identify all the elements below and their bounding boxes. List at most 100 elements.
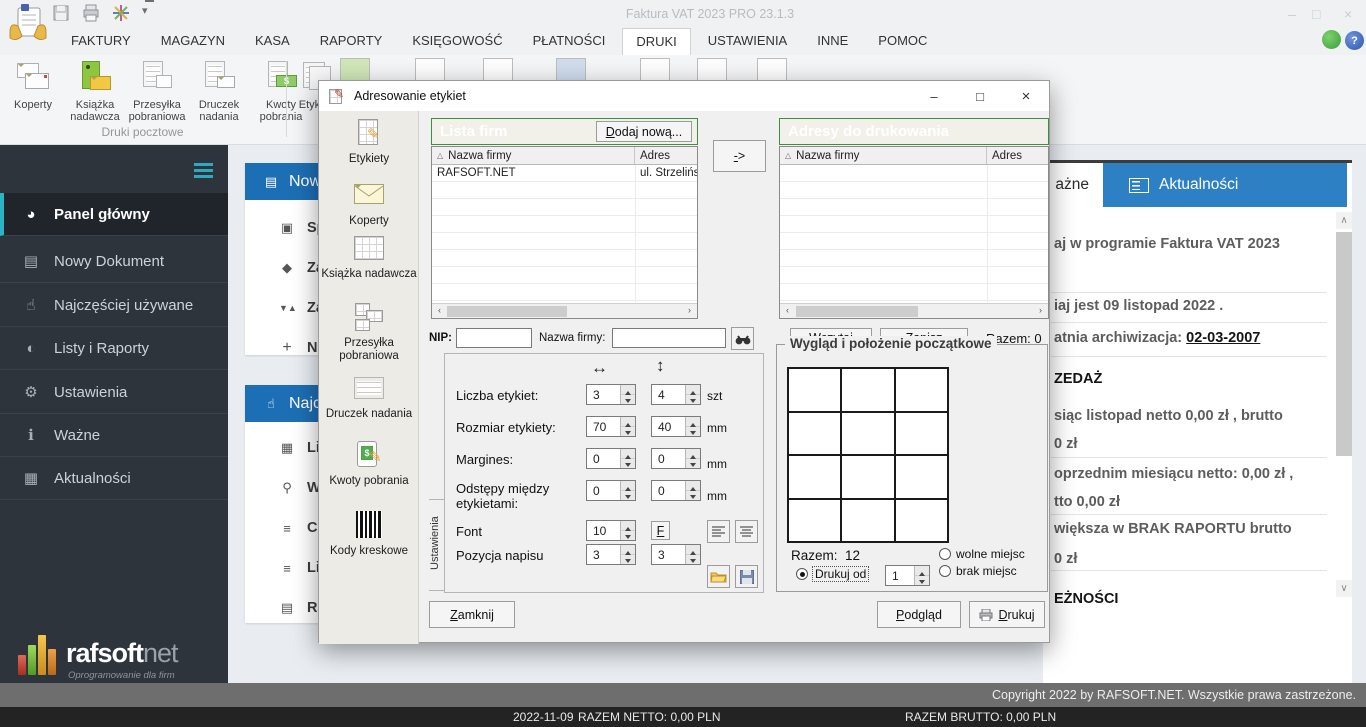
menu-ksiegowosc[interactable]: KSIĘGOWOŚĆ — [399, 28, 515, 55]
nip-input[interactable] — [456, 328, 532, 348]
news-scroll-down[interactable]: ∨ — [1336, 580, 1352, 597]
menu-raporty[interactable]: RAPORTY — [307, 28, 396, 55]
rozmiar-y-spinner[interactable]: 40 — [651, 416, 701, 437]
font-size-spinner[interactable]: 10 — [586, 520, 636, 541]
window-maximize-ghost: □ — [1312, 6, 1321, 22]
news-line: iaj jest 09 listopad 2022 . — [1054, 298, 1224, 314]
adresy-table[interactable]: △ Nazwa firmy Adres ‹ › — [779, 146, 1049, 319]
style-brush-icon[interactable] — [112, 4, 130, 22]
transfer-right-button[interactable]: -> — [713, 140, 766, 172]
drukuj-od-spinner[interactable]: 1 — [885, 565, 930, 586]
column-header-adres[interactable]: Adres — [635, 147, 697, 164]
odstepy-x-spinner[interactable]: 0 — [586, 480, 636, 501]
dialog-close-button[interactable]: × — [1003, 81, 1049, 111]
sidebar-item-najczesciej-uzywane[interactable]: ☝ Najczęściej używane — [0, 284, 228, 327]
sidebar-item-listy-i-raporty[interactable]: ◐ Listy i Raporty — [0, 327, 228, 370]
open-folder-button[interactable] — [707, 565, 730, 588]
dialog-maximize-button[interactable]: □ — [957, 81, 1003, 111]
rail-item-etykiety[interactable]: ✎ Etykiety — [319, 119, 419, 166]
customize-quick-access-icon[interactable]: ▾ — [142, 0, 160, 22]
pie-chart-icon: ◐ — [26, 339, 36, 357]
rail-item-koperty[interactable]: Koperty — [319, 181, 419, 228]
rail-item-kody-kreskowe[interactable]: Kody kreskowe — [319, 511, 419, 558]
rail-item-ksiazka-nadawcza[interactable]: Książka nadawcza — [319, 234, 419, 281]
column-header-nazwa-firmy[interactable]: △ Nazwa firmy — [780, 147, 987, 164]
align-left-icon — [712, 526, 725, 537]
rozmiar-x-spinner[interactable]: 70 — [586, 416, 636, 437]
archive-date-link[interactable]: 02-03-2007 — [1186, 330, 1260, 346]
column-header-adres[interactable]: Adres — [987, 147, 1048, 164]
rail-item-przesylka-pobraniowa[interactable]: Przesyłka pobraniowa — [319, 303, 419, 363]
liczba-etykiet-x-spinner[interactable]: 3 — [586, 384, 636, 405]
scroll-left-icon[interactable]: ‹ — [781, 305, 794, 315]
hamburger-menu-icon[interactable] — [194, 163, 213, 178]
margines-x-spinner[interactable]: 0 — [586, 448, 636, 469]
margines-y-spinner[interactable]: 0 — [651, 448, 701, 469]
copyright-bar: Copyright 2022 by RAFSOFT.NET. Wszystkie… — [0, 683, 1366, 707]
save-file-button[interactable] — [735, 565, 758, 588]
form-icon — [352, 374, 386, 404]
rail-item-kwoty-pobrania[interactable]: $ ✎ Kwoty pobrania — [319, 441, 419, 488]
menu-ustawienia[interactable]: USTAWIENIA — [695, 28, 800, 55]
ribbon-przesylka-pobraniowa[interactable]: Przesyłka pobraniowa — [126, 59, 188, 123]
menu-magazyn[interactable]: MAGAZYN — [148, 28, 238, 55]
column-header-nazwa-firmy[interactable]: △ Nazwa firmy — [432, 147, 635, 164]
sidebar-item-aktualnosci[interactable]: ▦ Aktualności — [0, 457, 228, 500]
sidebar-item-panel-glowny[interactable]: ◕ Panel główny — [0, 193, 228, 236]
drukuj-button[interactable]: Drukuj — [969, 601, 1045, 628]
sidebar-item-nowy-dokument[interactable]: ▤ Nowy Dokument — [0, 240, 228, 283]
search-binoculars-button[interactable] — [731, 327, 754, 350]
dialog-title-bar[interactable]: ✎ Adresowanie etykiet – □ × — [319, 81, 1049, 111]
nazwa-firmy-input[interactable] — [612, 328, 726, 348]
menu-inne[interactable]: INNE — [804, 28, 861, 55]
lista-firm-table[interactable]: △ Nazwa firmy Adres RAFSOFT.NET ul. Strz… — [431, 146, 698, 319]
menu-pomoc[interactable]: POMOC — [865, 28, 940, 55]
scroll-right-icon[interactable]: › — [1034, 305, 1047, 315]
label-layout-grid[interactable] — [787, 367, 949, 543]
menu-kasa[interactable]: KASA — [242, 28, 303, 55]
dodaj-nowa-button[interactable]: Dodaj nową... — [596, 121, 692, 142]
ribbon-druczek-nadania[interactable]: Druczek nadania — [188, 59, 250, 123]
horizontal-scrollbar[interactable]: ‹ › — [780, 303, 1048, 318]
liczba-etykiet-y-spinner[interactable]: 4 — [651, 384, 701, 405]
odstepy-y-spinner[interactable]: 0 — [651, 480, 701, 501]
ribbon-koperty[interactable]: Koperty — [2, 59, 64, 111]
align-left-button[interactable] — [707, 520, 730, 543]
font-button[interactable]: F — [651, 521, 670, 540]
align-center-button[interactable] — [735, 520, 758, 543]
menu-faktury[interactable]: FAKTURY — [58, 28, 144, 55]
report-icon: ▤ — [280, 600, 294, 615]
menu-platnosci[interactable]: PŁATNOŚCI — [520, 28, 619, 55]
sidebar-item-wazne[interactable]: ℹ Ważne — [0, 414, 228, 457]
scroll-right-icon[interactable]: › — [683, 305, 696, 315]
save-icon[interactable] — [52, 4, 70, 22]
dialog-adresowanie-etykiet: ✎ Adresowanie etykiet – □ × ✎ Etykiety K… — [318, 80, 1050, 644]
ustawienia-vertical-tab[interactable]: Ustawienia — [429, 499, 445, 591]
print-icon[interactable] — [82, 4, 100, 22]
pozycja-x-spinner[interactable]: 3 — [586, 544, 636, 565]
label-pencil-icon: ✎ — [352, 119, 386, 149]
tab-aktualnosci[interactable]: Aktualności — [1103, 163, 1347, 207]
dialog-icon: ✎ — [329, 87, 346, 104]
globe-icon[interactable] — [1322, 30, 1341, 49]
menu-druki[interactable]: DRUKI — [622, 28, 691, 55]
pozycja-y-spinner[interactable]: 3 — [651, 544, 701, 565]
podglad-button[interactable]: Podgląd — [877, 601, 961, 628]
dialog-minimize-button[interactable]: – — [911, 81, 957, 111]
floppy-icon — [739, 569, 754, 584]
envelopes-icon — [16, 61, 50, 95]
horizontal-scrollbar[interactable]: ‹ › — [432, 303, 697, 318]
ribbon-ksiazka-nadawcza[interactable]: Książka nadawcza — [64, 59, 126, 123]
sidebar-item-ustawienia[interactable]: ⚙ Ustawienia — [0, 371, 228, 414]
rail-item-druczek-nadania[interactable]: Druczek nadania — [319, 374, 419, 421]
drukuj-od-radio[interactable]: Drukuj od — [796, 566, 870, 582]
table-row[interactable]: RAFSOFT.NET ul. Strzelińska — [432, 165, 697, 182]
zamknij-button[interactable]: Zamknij — [429, 601, 515, 628]
brak-miejsc-radio[interactable]: brak miejsc — [939, 564, 1017, 578]
help-icon[interactable]: ? — [1345, 31, 1364, 50]
scroll-left-icon[interactable]: ‹ — [433, 305, 446, 315]
news-scroll-thumb[interactable] — [1336, 232, 1352, 456]
newspaper-icon: ▦ — [23, 470, 39, 487]
news-scroll-up[interactable]: ∧ — [1336, 212, 1352, 229]
wolne-miejsc-radio[interactable]: wolne miejsc — [939, 547, 1025, 561]
